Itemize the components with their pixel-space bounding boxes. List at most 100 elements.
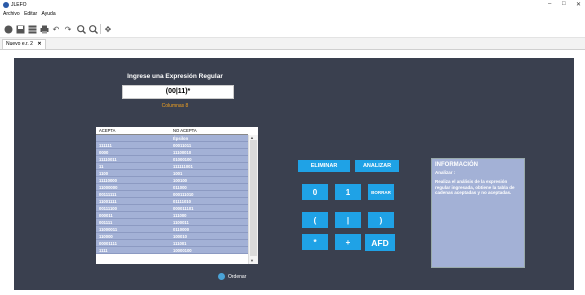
cell-no-acepta: 1100011	[173, 219, 189, 225]
menu-archivo[interactable]: Archivo	[3, 11, 20, 17]
table-row[interactable]: 11000000 011000	[96, 184, 248, 191]
close-paren-button[interactable]: )	[368, 212, 394, 228]
one-button[interactable]: 1	[335, 184, 361, 200]
cell-acepta: 000011	[99, 212, 113, 218]
cell-no-acepta: 000011101	[173, 205, 194, 211]
table-row[interactable]: 000011 111000	[96, 212, 248, 219]
print-icon[interactable]	[39, 24, 49, 34]
regex-input[interactable]: (00|11)*	[122, 85, 234, 99]
table-icon[interactable]	[27, 24, 37, 34]
menu-editar[interactable]: Editar	[24, 11, 37, 17]
cell-acepta: 00111100	[99, 205, 117, 211]
cell-acepta: 1100	[99, 170, 109, 176]
menu-bar: Archivo Editar Ayuda	[0, 11, 585, 20]
results-table: ACEPTA NO ACEPTA Épsilon 111111 00011011 00…	[96, 127, 258, 264]
cell-acepta: 1111	[99, 247, 108, 253]
app-icon	[3, 2, 9, 8]
move-icon[interactable]: ✥	[100, 24, 113, 34]
table-row[interactable]: 111111 00011011	[96, 142, 248, 149]
info-panel: INFORMACIÓN Analizar : Realiza el anális…	[431, 158, 525, 268]
analizar-button[interactable]: ANALIZAR	[355, 160, 399, 172]
cell-no-acepta: 111000	[173, 212, 187, 218]
sort-icon	[218, 273, 225, 280]
cell-acepta: 11000011	[99, 226, 118, 232]
table-row[interactable]: 11110011 01000100	[96, 156, 248, 163]
cell-no-acepta: 111111001	[173, 163, 193, 169]
tab-nuevo-er[interactable]: Nuevo e.r. 2 ✕	[2, 39, 46, 49]
table-row[interactable]: 1100 1001	[96, 170, 248, 177]
cell-no-acepta: 011000	[173, 184, 187, 190]
afd-button[interactable]: AFD	[365, 234, 395, 251]
maximize-button[interactable]: □	[562, 1, 566, 7]
cell-no-acepta: Épsilon	[173, 135, 189, 141]
cell-no-acepta: 1001	[173, 170, 183, 176]
plus-button[interactable]: +	[335, 234, 361, 250]
columns-info: Columnas 8	[161, 103, 189, 109]
tab-strip: Nuevo e.r. 2 ✕	[0, 38, 585, 50]
open-paren-button[interactable]: (	[302, 212, 328, 228]
cell-no-acepta: 000111010	[173, 191, 194, 197]
table-body: Épsilon 111111 00011011 0000 11100010 1111001…	[96, 135, 248, 254]
info-body: Realiza el análisis de la expresión regu…	[435, 179, 515, 195]
undo-icon[interactable]: ↶	[51, 24, 61, 34]
table-row[interactable]: 11001111 01111010	[96, 198, 248, 205]
scroll-down-icon[interactable]: ▼	[250, 258, 254, 263]
ordenar-label: Ordenar	[228, 273, 247, 280]
table-row[interactable]: 00111111 000111010	[96, 191, 248, 198]
toolbar: ↶ ↷ ✥	[0, 21, 585, 38]
table-row[interactable]: 11 111111001	[96, 163, 248, 170]
cell-acepta: 11000000	[99, 184, 118, 190]
cell-no-acepta: 0110000	[173, 226, 190, 232]
window-title: JLEFO	[11, 2, 27, 8]
info-subtitle: Analizar :	[435, 170, 456, 175]
table-row[interactable]: 00111100 000011101	[96, 205, 248, 212]
table-header: ACEPTA NO ACEPTA	[96, 127, 248, 135]
cell-no-acepta: 01111010	[173, 198, 191, 204]
cell-no-acepta: 01000100	[173, 156, 192, 162]
table-row[interactable]: 00001111 111001	[96, 240, 248, 247]
minimize-button[interactable]: –	[548, 1, 551, 7]
table-row[interactable]: 110000 100010	[96, 233, 248, 240]
zero-button[interactable]: 0	[302, 184, 328, 200]
cell-acepta: 00001111	[99, 240, 117, 246]
title-bar: JLEFO – □ ✕	[0, 0, 585, 11]
cell-no-acepta: 100010	[173, 233, 187, 239]
cell-acepta: 001111	[99, 219, 113, 225]
prompt-label: Ingrese una Expresión Regular	[127, 73, 223, 80]
cell-acepta: 11110000	[99, 177, 117, 183]
save-icon[interactable]	[15, 24, 25, 34]
table-row[interactable]: Épsilon	[96, 135, 248, 142]
redo-icon[interactable]: ↷	[63, 24, 73, 34]
close-window-button[interactable]: ✕	[576, 1, 581, 8]
cell-no-acepta: 100100	[173, 177, 187, 183]
table-row[interactable]: 11000011 0110000	[96, 226, 248, 233]
cell-acepta: 11001111	[99, 198, 117, 204]
info-title: INFORMACIÓN	[435, 162, 478, 168]
header-acepta: ACEPTA	[99, 128, 116, 133]
table-row[interactable]: 1111 10000100	[96, 247, 248, 254]
star-button[interactable]: *	[302, 234, 328, 250]
table-scrollbar[interactable]: ▲ ▼	[248, 135, 258, 264]
cell-no-acepta: 10000100	[173, 247, 192, 253]
borrar-button[interactable]: BORRAR	[368, 184, 394, 200]
cell-acepta: 11110011	[99, 156, 117, 162]
tab-close-icon[interactable]: ✕	[37, 41, 41, 47]
cell-no-acepta: 11100010	[173, 149, 192, 155]
cell-no-acepta: 111001	[173, 240, 187, 246]
scroll-thumb[interactable]	[250, 140, 257, 256]
pipe-button[interactable]: |	[335, 212, 361, 228]
cell-acepta: 110000	[99, 233, 113, 239]
ordenar-button[interactable]: Ordenar	[218, 273, 246, 280]
menu-ayuda[interactable]: Ayuda	[42, 11, 56, 17]
table-row[interactable]: 11110000 100100	[96, 177, 248, 184]
eliminar-button[interactable]: ELIMINAR	[298, 160, 350, 172]
table-row[interactable]: 001111 1100011	[96, 219, 248, 226]
zoom-out-icon[interactable]	[88, 24, 98, 34]
cell-no-acepta: 00011011	[173, 142, 192, 148]
record-icon[interactable]	[3, 24, 13, 34]
zoom-in-icon[interactable]	[76, 24, 86, 34]
table-row[interactable]: 0000 11100010	[96, 149, 248, 156]
tab-label: Nuevo e.r. 2	[6, 41, 33, 47]
cell-acepta: 111111	[99, 142, 112, 148]
cell-acepta: 00111111	[99, 191, 117, 197]
